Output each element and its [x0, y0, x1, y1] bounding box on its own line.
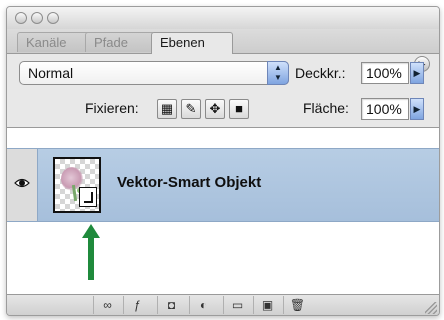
- lock-transparency-icon[interactable]: ▦: [157, 99, 177, 119]
- opacity-label: Deckkr.:: [295, 65, 346, 81]
- lock-row: Fixieren: ▦ ✎ ✥ ■ Fläche: 100% ▶: [7, 89, 439, 128]
- tab-paths[interactable]: Pfade: [85, 32, 155, 52]
- delete-layer-icon[interactable]: 🗑: [283, 296, 311, 314]
- up-arrow-icon: [82, 224, 100, 280]
- adjustment-layer-icon[interactable]: ◐: [189, 296, 217, 314]
- layer-thumbnail[interactable]: [53, 157, 101, 213]
- close-window-button[interactable]: [15, 12, 27, 24]
- opacity-slider-arrow-icon[interactable]: ▶: [410, 62, 424, 84]
- link-layers-icon[interactable]: ∞: [93, 296, 121, 314]
- blend-mode-value: Normal: [28, 65, 74, 81]
- layer-style-icon[interactable]: ƒ: [123, 296, 151, 314]
- blend-mode-select[interactable]: Normal ▲ ▼: [19, 61, 289, 85]
- new-layer-icon[interactable]: ▣: [253, 296, 281, 314]
- new-group-icon[interactable]: ▭: [223, 296, 251, 314]
- minimize-window-button[interactable]: [31, 12, 43, 24]
- blend-row: Normal ▲ ▼ Deckkr.: 100% ▶: [7, 53, 439, 89]
- panel-footer: ∞ ƒ ◘ ◐ ▭ ▣ 🗑: [7, 294, 439, 315]
- layer-name[interactable]: Vektor-Smart Objekt: [117, 174, 261, 191]
- zoom-window-button[interactable]: [47, 12, 59, 24]
- layer-mask-icon[interactable]: ◘: [157, 296, 185, 314]
- opacity-field[interactable]: 100%: [361, 62, 409, 84]
- lock-pixels-icon[interactable]: ✎: [181, 99, 201, 119]
- select-arrows-icon: ▲ ▼: [267, 61, 289, 85]
- visibility-toggle[interactable]: [7, 149, 38, 221]
- screenshot-frame: Kanäle Pfade Ebenen ▶ Normal ▲▼ Deckkr.:…: [0, 0, 444, 320]
- resize-grip[interactable]: [425, 302, 437, 314]
- tab-layers[interactable]: Ebenen: [151, 32, 233, 54]
- lock-label: Fixieren:: [85, 100, 139, 116]
- lock-position-icon[interactable]: ✥: [205, 99, 225, 119]
- layers-list: Vektor-Smart Objekt: [7, 128, 439, 294]
- panel-titlebar: [7, 7, 439, 29]
- fill-label: Fläche:: [303, 100, 349, 116]
- layers-panel: Kanäle Pfade Ebenen ▶ Normal ▲▼ Deckkr.:…: [6, 6, 440, 316]
- tab-channels[interactable]: Kanäle: [17, 32, 91, 52]
- eye-icon: [14, 178, 30, 188]
- panel-tabs: Kanäle Pfade Ebenen ▶: [7, 29, 439, 72]
- fill-slider-arrow-icon[interactable]: ▶: [410, 98, 424, 120]
- smart-object-badge-icon: [79, 187, 97, 207]
- layer-row[interactable]: Vektor-Smart Objekt: [7, 148, 439, 222]
- fill-field[interactable]: 100%: [361, 98, 409, 120]
- lock-all-icon[interactable]: ■: [229, 99, 249, 119]
